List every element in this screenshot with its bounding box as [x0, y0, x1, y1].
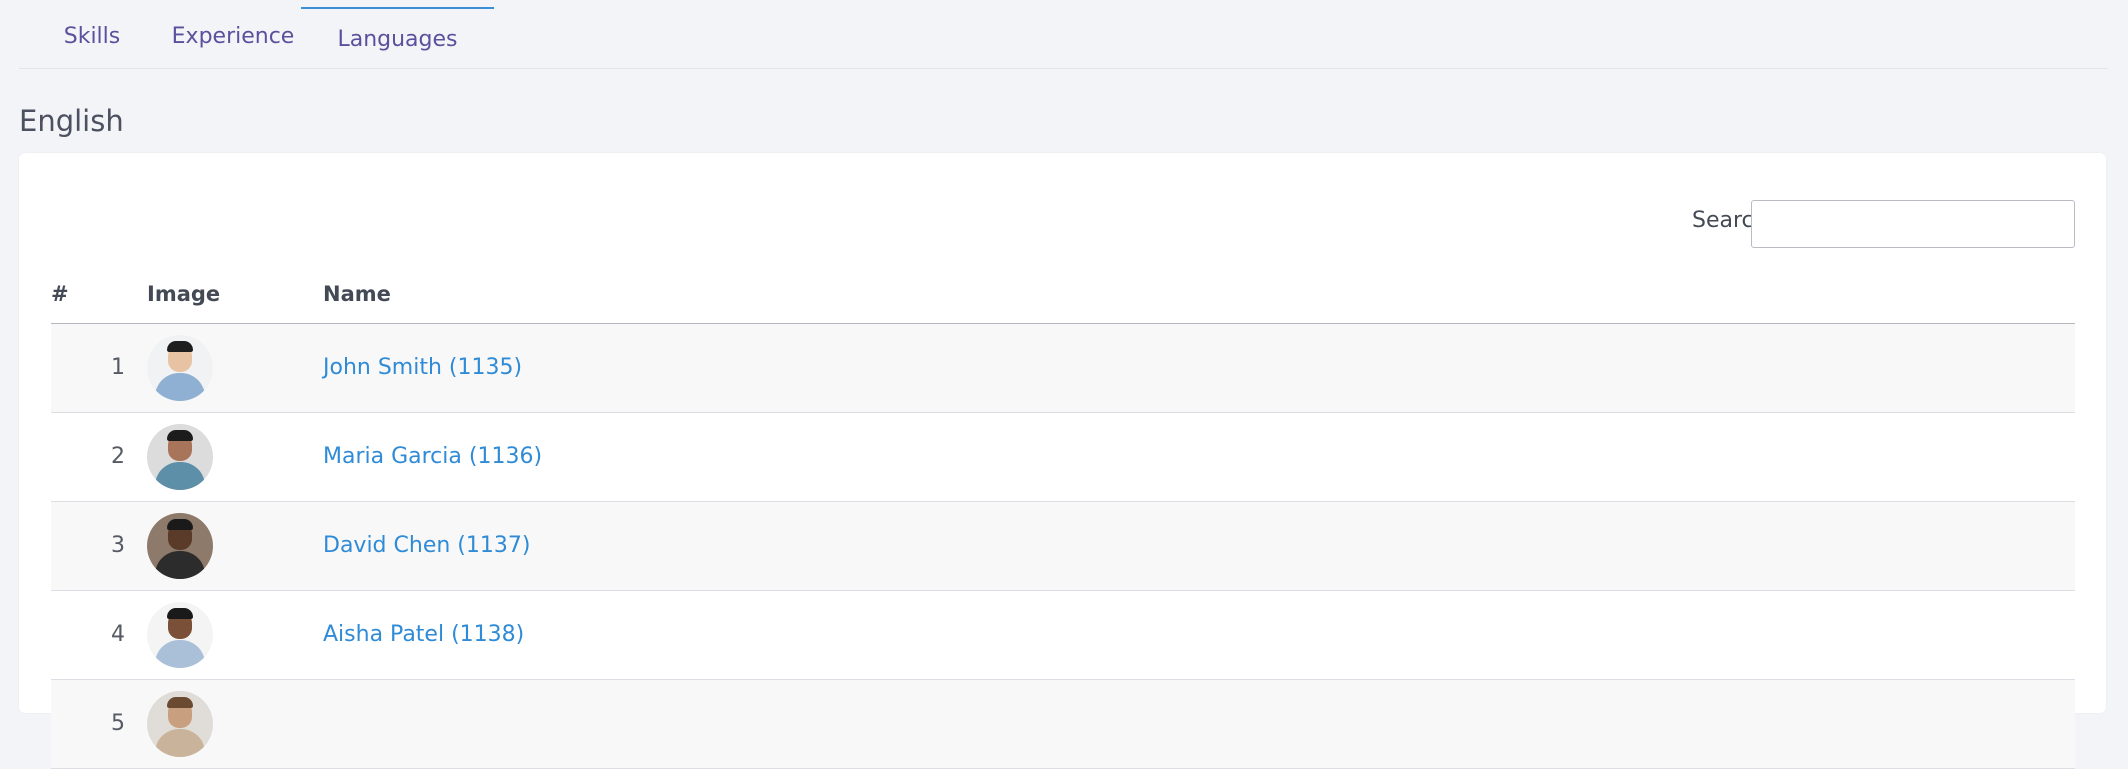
- row-name-cell: John Smith (1135): [307, 323, 2075, 413]
- table-header-row: # Image Name: [51, 266, 2075, 324]
- avatar: [147, 423, 213, 490]
- table-row: 2 Maria Garcia (1136): [51, 412, 2075, 502]
- avatar: [147, 334, 213, 401]
- row-image-cell: [125, 590, 307, 680]
- avatar-body: [155, 461, 205, 490]
- person-name-link[interactable]: John Smith (1135): [323, 355, 522, 380]
- row-name-cell: [307, 679, 2075, 769]
- avatar-hair: [167, 518, 193, 530]
- tab-skills[interactable]: Skills: [45, 0, 139, 72]
- person-name-link[interactable]: David Chen (1137): [323, 533, 530, 558]
- person-name-link[interactable]: Aisha Patel (1138): [323, 622, 524, 647]
- avatar: [147, 601, 213, 668]
- people-table: # Image Name 1 John Smith (1135) 2 Maria Ga…: [51, 266, 2075, 769]
- person-name-link[interactable]: Maria Garcia (1136): [323, 444, 542, 469]
- avatar-hair: [167, 607, 193, 619]
- table-row: 5: [51, 679, 2075, 769]
- table-row: 1 John Smith (1135): [51, 323, 2075, 413]
- avatar-hair: [167, 340, 193, 352]
- row-number: 1: [51, 323, 125, 413]
- row-image-cell: [125, 412, 307, 502]
- avatar-body: [155, 372, 205, 401]
- row-number: 3: [51, 501, 125, 591]
- row-image-cell: [125, 323, 307, 413]
- avatar-hair: [167, 429, 193, 441]
- row-image-cell: [125, 679, 307, 769]
- avatar: [147, 690, 213, 757]
- avatar-body: [155, 639, 205, 668]
- avatar-body: [155, 550, 205, 579]
- avatar-hair: [167, 696, 193, 708]
- table-row: 3 David Chen (1137): [51, 501, 2075, 591]
- avatar-body: [155, 728, 205, 757]
- row-name-cell: Aisha Patel (1138): [307, 590, 2075, 680]
- column-header-number[interactable]: #: [51, 266, 125, 324]
- row-number: 5: [51, 679, 125, 769]
- section-title: English: [19, 104, 124, 138]
- tab-languages[interactable]: Languages: [301, 7, 494, 69]
- row-name-cell: David Chen (1137): [307, 501, 2075, 591]
- row-image-cell: [125, 501, 307, 591]
- avatar: [147, 512, 213, 579]
- search-input[interactable]: [1751, 200, 2075, 248]
- table-row: 4 Aisha Patel (1138): [51, 590, 2075, 680]
- row-name-cell: Maria Garcia (1136): [307, 412, 2075, 502]
- tab-experience[interactable]: Experience: [147, 0, 319, 72]
- tab-bar: Skills Experience Languages: [19, 0, 2108, 69]
- row-number: 4: [51, 590, 125, 680]
- column-header-image[interactable]: Image: [125, 266, 307, 324]
- column-header-name[interactable]: Name: [307, 266, 2075, 324]
- row-number: 2: [51, 412, 125, 502]
